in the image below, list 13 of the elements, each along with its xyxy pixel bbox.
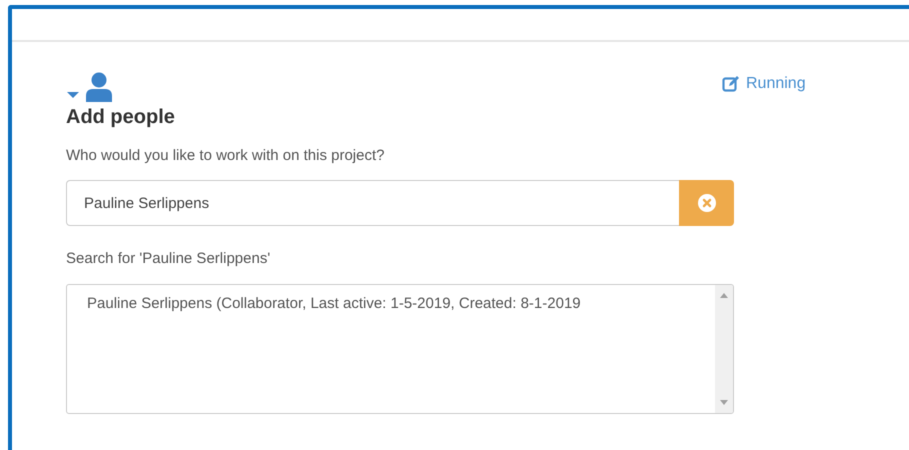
prompt-text: Who would you like to work with on this project? [66,147,386,164]
search-caption: Search for 'Pauline Serlippens' [66,250,272,267]
person-icon [86,72,112,102]
result-option[interactable]: Pauline Serlippens (Collaborator, Last active: 1-5-2019, Created: 8-1-2019 [87,295,715,312]
edit-icon [722,75,740,93]
scroll-up-icon [720,293,728,298]
scroll-down-icon [720,400,728,405]
clear-button[interactable] [679,180,734,226]
clear-icon [698,194,716,212]
scrollbar[interactable] [715,285,733,413]
section-title: Add people [66,106,176,129]
search-field[interactable]: Pauline Serlippens [66,180,679,226]
section-toggle[interactable] [66,72,112,102]
